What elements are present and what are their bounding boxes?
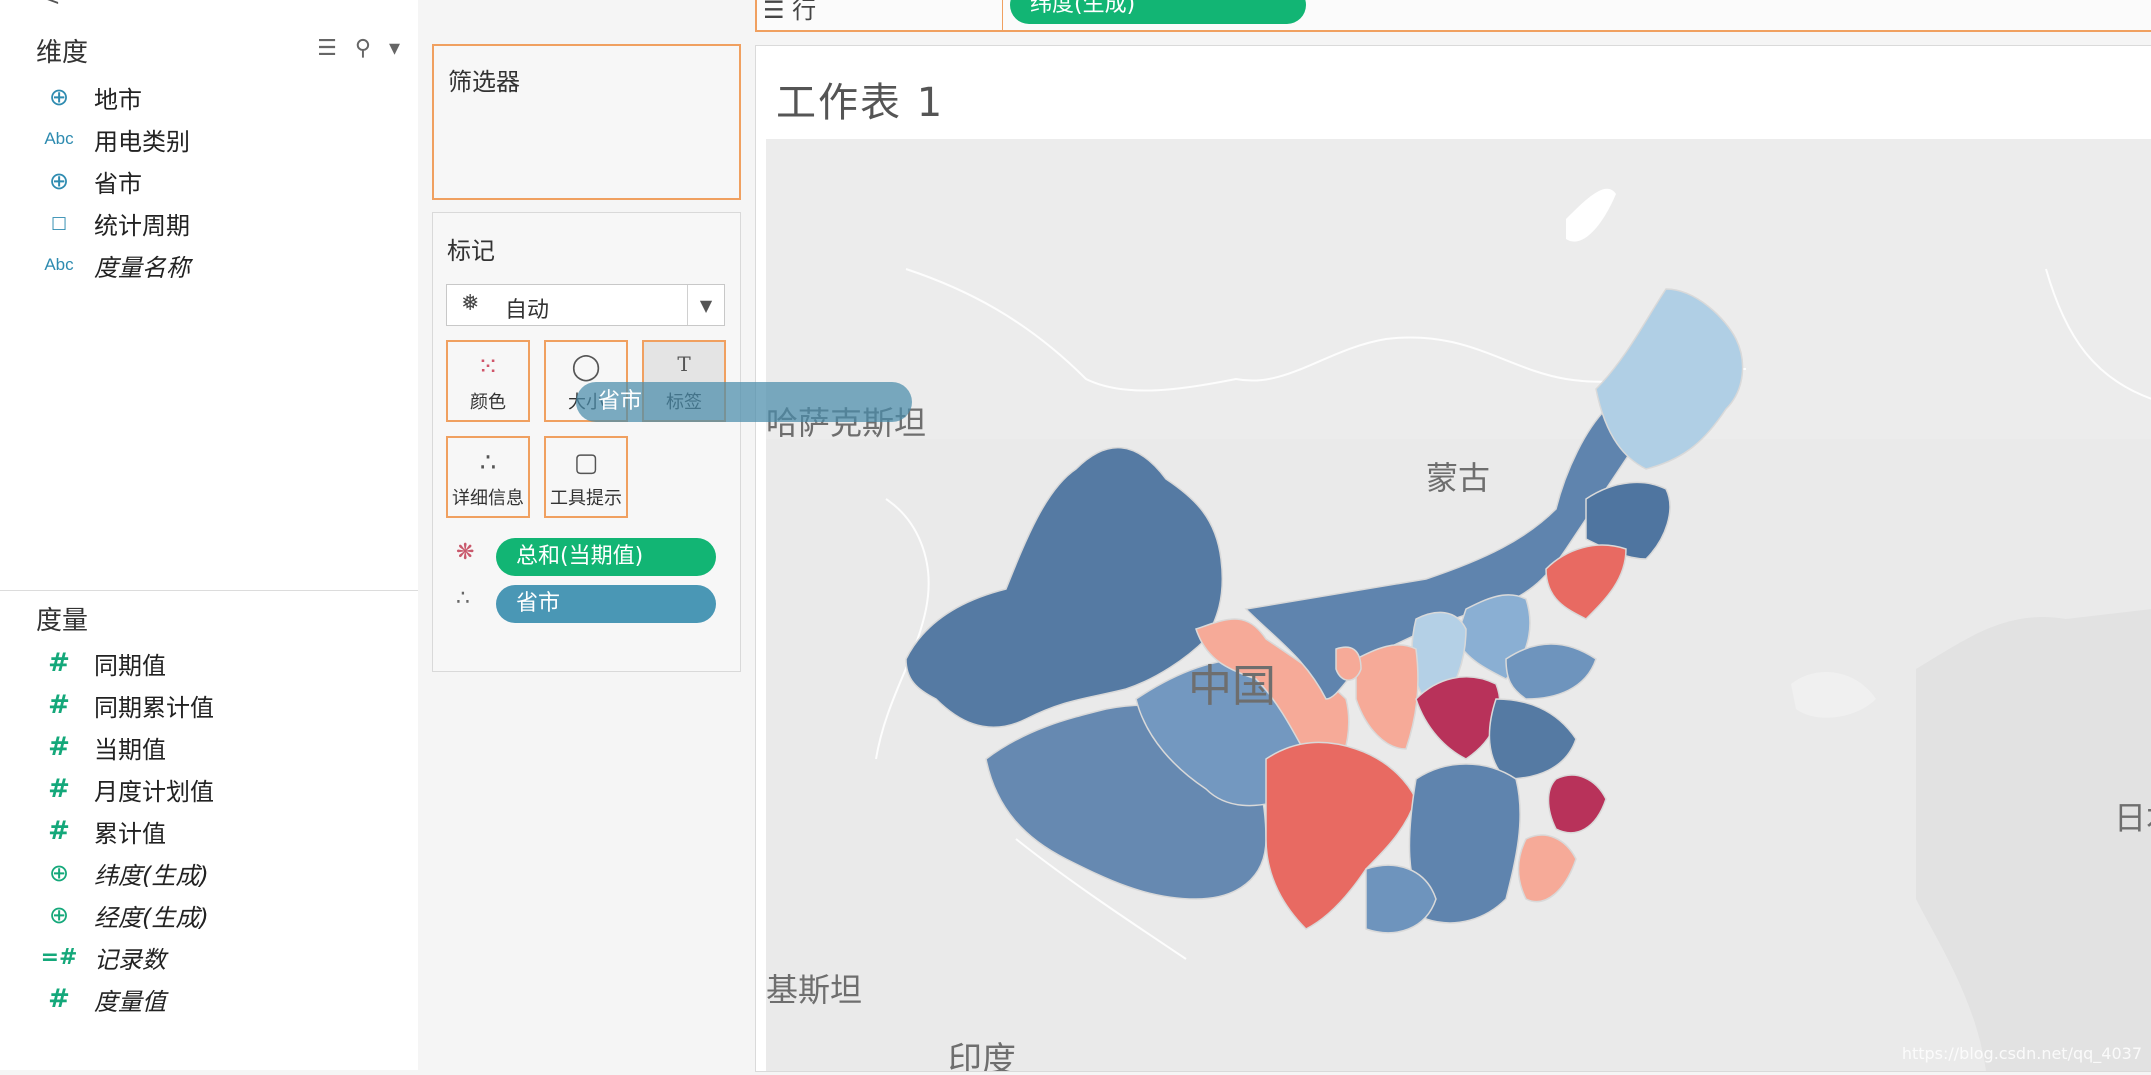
watermark-text: https://blog.csdn.net/qq_4037	[1901, 1044, 2142, 1063]
dimension-field[interactable]: Abc 度量名称	[0, 244, 418, 286]
field-label: 同期累计值	[94, 694, 214, 722]
calendar-icon: □	[50, 213, 68, 233]
dimensions-header: 维度	[36, 38, 89, 68]
field-label: 地市	[94, 86, 142, 114]
chevron-down-icon[interactable]: ▾	[389, 36, 400, 61]
map-label-japan: 日本	[2114, 799, 2151, 837]
detail-dots-icon: ∴	[479, 448, 497, 478]
measures-header: 度量	[36, 606, 89, 636]
field-label: 月度计划值	[94, 778, 214, 806]
map-mark-icon: ❅	[461, 291, 480, 316]
field-label: 用电类别	[94, 128, 190, 156]
color-button[interactable]: ⁙ 颜色	[446, 340, 530, 422]
hash-icon: #	[48, 816, 70, 846]
hash-icon: #	[48, 984, 70, 1014]
mark-button-label: 详细信息	[452, 488, 524, 509]
size-circles-icon: ◯	[571, 352, 601, 382]
hash-icon: #	[48, 732, 70, 762]
mark-button-label: 颜色	[470, 392, 506, 413]
label-text-icon: T	[677, 352, 691, 376]
chevron-down-icon[interactable]: ▼	[687, 285, 724, 325]
globe-icon: ⊕	[48, 901, 70, 929]
mark-type-label: 自动	[505, 298, 550, 323]
rows-divider	[1002, 0, 1003, 30]
map-north-land	[766, 139, 2151, 439]
map-label-china: 中国	[1188, 661, 1276, 712]
dimension-field[interactable]: □ 统计周期	[0, 202, 418, 244]
field-label: 经度(生成)	[94, 904, 209, 932]
filters-title: 筛选器	[448, 68, 520, 96]
abc-icon: Abc	[44, 129, 74, 148]
measure-list: # 同期值 # 同期累计值 # 当期值 # 月度计划值 # 累计值 ⊕ 纬度(生…	[0, 642, 418, 1020]
globe-icon: ⊕	[48, 859, 70, 887]
map-svg: 哈萨克斯坦 蒙古 中国 日本 基斯坦 印度	[766, 139, 2151, 1075]
measure-field[interactable]: # 同期值	[0, 642, 418, 684]
hash-icon: =#	[40, 944, 78, 970]
rows-label: ☰ 行	[763, 0, 816, 25]
filters-shelf[interactable]: 筛选器	[432, 44, 741, 200]
measure-field[interactable]: # 累计值	[0, 810, 418, 852]
mark-type-dropdown[interactable]: ❅ 自动 ▼	[446, 284, 725, 326]
hash-icon: #	[48, 690, 70, 720]
field-label: 同期值	[94, 652, 166, 680]
measure-field[interactable]: =# 记录数	[0, 936, 418, 978]
province-ningxia[interactable]	[1335, 646, 1362, 681]
measure-field[interactable]: ⊕ 纬度(生成)	[0, 852, 418, 894]
dimension-field[interactable]: Abc 用电类别	[0, 118, 418, 160]
tooltip-button[interactable]: ▢ 工具提示	[544, 436, 628, 518]
worksheet-title[interactable]: 工作表 1	[776, 70, 944, 128]
shelves-column: 筛选器 标记 ❅ 自动 ▼ ⁙ 颜色 ◯ 大小 T 标签 ∴ 详细信息 ▢ 工具…	[418, 0, 748, 1070]
map-label-mongolia: 蒙古	[1426, 459, 1490, 497]
tooltip-icon: ▢	[573, 448, 599, 478]
pane-tools: ☰ ⚲ ▾	[317, 36, 400, 61]
dimension-list: ⊕ 地市 Abc 用电类别 ⊕ 省市 □ 统计周期 Abc 度量名称	[0, 76, 418, 286]
pane-divider[interactable]	[0, 590, 418, 591]
data-pane: < 维度 ☰ ⚲ ▾ ⊕ 地市 Abc 用电类别 ⊕ 省市 □ 统计周期 Abc…	[0, 0, 419, 1070]
data-source-icon: <	[42, 0, 60, 10]
detail-dots-icon: ∴	[456, 586, 470, 611]
measure-field[interactable]: # 同期累计值	[0, 684, 418, 726]
filled-map[interactable]: 哈萨克斯坦 蒙古 中国 日本 基斯坦 印度	[766, 139, 2151, 1075]
worksheet: 工作表 1 哈萨克斯坦 蒙古 中国 日 基斯坦 印度 https://blog.…	[755, 45, 2151, 1075]
field-label: 统计周期	[94, 212, 190, 240]
globe-icon: ⊕	[48, 83, 70, 111]
marks-title: 标记	[447, 237, 495, 265]
color-pill[interactable]: 总和(当期值)	[496, 538, 716, 576]
measure-field[interactable]: # 度量值	[0, 978, 418, 1020]
color-dots-icon: ❋	[456, 540, 475, 565]
search-icon[interactable]: ⚲	[355, 36, 371, 61]
field-label: 累计值	[94, 820, 166, 848]
list-view-icon[interactable]: ☰	[317, 36, 337, 61]
field-label: 当期值	[94, 736, 166, 764]
detail-button[interactable]: ∴ 详细信息	[446, 436, 530, 518]
dimension-field[interactable]: ⊕ 省市	[0, 160, 418, 202]
dragging-pill[interactable]: 省市	[576, 382, 912, 422]
rows-shelf[interactable]: ☰ 行 纬度(生成)	[755, 0, 2151, 32]
field-label: 记录数	[94, 946, 166, 974]
field-label: 省市	[94, 170, 142, 198]
measure-field[interactable]: ⊕ 经度(生成)	[0, 894, 418, 936]
color-dots-icon: ⁙	[477, 352, 499, 382]
map-label-pakistan: 基斯坦	[766, 971, 862, 1009]
hash-icon: #	[48, 648, 70, 678]
data-source-row[interactable]: <	[0, 0, 418, 10]
map-label-india: 印度	[948, 1040, 1016, 1071]
mark-button-label: 工具提示	[550, 488, 622, 509]
rows-label-text: 行	[792, 0, 817, 24]
globe-icon: ⊕	[48, 167, 70, 195]
latitude-pill[interactable]: 纬度(生成)	[1010, 0, 1306, 24]
field-label: 纬度(生成)	[94, 862, 209, 890]
detail-pill[interactable]: 省市	[496, 585, 716, 623]
hash-icon: #	[48, 774, 70, 804]
dimension-field[interactable]: ⊕ 地市	[0, 76, 418, 118]
measure-field[interactable]: # 当期值	[0, 726, 418, 768]
measure-field[interactable]: # 月度计划值	[0, 768, 418, 810]
field-label: 度量名称	[94, 254, 190, 282]
abc-icon: Abc	[44, 255, 74, 274]
field-label: 度量值	[94, 988, 166, 1016]
